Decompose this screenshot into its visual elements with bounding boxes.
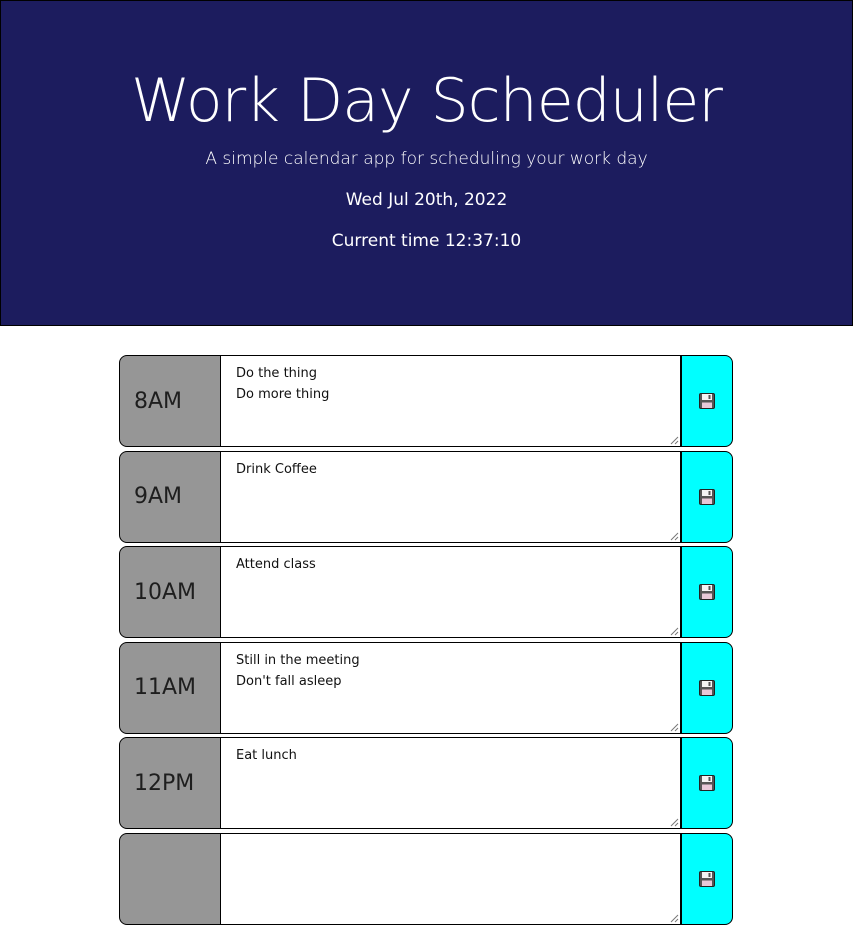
resize-grip-icon[interactable]: [670, 818, 679, 827]
event-textarea[interactable]: Eat lunch: [221, 737, 681, 829]
time-block-row: 9AM Drink Coffee: [119, 450, 733, 543]
resize-grip-icon[interactable]: [670, 627, 679, 636]
resize-grip-icon[interactable]: [670, 436, 679, 445]
floppy-disk-icon: [699, 393, 715, 409]
floppy-disk-icon: [699, 584, 715, 600]
save-button[interactable]: [681, 832, 733, 925]
current-time: Current time 12:37:10: [331, 231, 522, 251]
hour-label: 11AM: [119, 641, 221, 734]
page-subtitle: A simple calendar app for scheduling you…: [205, 149, 648, 169]
event-textarea[interactable]: Still in the meeting Don't fall asleep: [221, 641, 681, 734]
resize-grip-icon[interactable]: [670, 532, 679, 541]
time-block-row: [119, 832, 733, 925]
time-block-row: 11AM Still in the meeting Don't fall asl…: [119, 641, 733, 734]
floppy-disk-icon: [699, 488, 715, 505]
time-block-row: 12PM Eat lunch: [119, 737, 733, 829]
resize-grip-icon[interactable]: [670, 723, 679, 732]
current-date: Wed Jul 20th, 2022: [345, 190, 508, 210]
event-textarea[interactable]: Attend class: [221, 546, 681, 638]
save-button[interactable]: [681, 546, 733, 638]
hour-label: [119, 832, 221, 925]
event-textarea[interactable]: [221, 832, 681, 925]
hour-label: 12PM: [119, 737, 221, 829]
hour-label: 10AM: [119, 546, 221, 638]
event-textarea[interactable]: Do the thing Do more thing: [221, 355, 681, 447]
save-button[interactable]: [681, 737, 733, 829]
event-textarea[interactable]: Drink Coffee: [221, 450, 681, 543]
save-button[interactable]: [681, 641, 733, 734]
page-title: Work Day Scheduler: [131, 66, 723, 136]
time-block-container: 8AM Do the thing Do more thing 9AM Drink…: [119, 355, 733, 928]
time-block-row: 10AM Attend class: [119, 546, 733, 638]
hour-label: 8AM: [119, 355, 221, 447]
floppy-disk-icon: [699, 679, 715, 696]
floppy-disk-icon: [699, 870, 715, 887]
header-jumbotron: Work Day Scheduler A simple calendar app…: [0, 0, 853, 326]
hour-label: 9AM: [119, 450, 221, 543]
save-button[interactable]: [681, 450, 733, 543]
time-block-row: 8AM Do the thing Do more thing: [119, 355, 733, 447]
floppy-disk-icon: [699, 775, 715, 791]
resize-grip-icon[interactable]: [670, 914, 679, 923]
save-button[interactable]: [681, 355, 733, 447]
